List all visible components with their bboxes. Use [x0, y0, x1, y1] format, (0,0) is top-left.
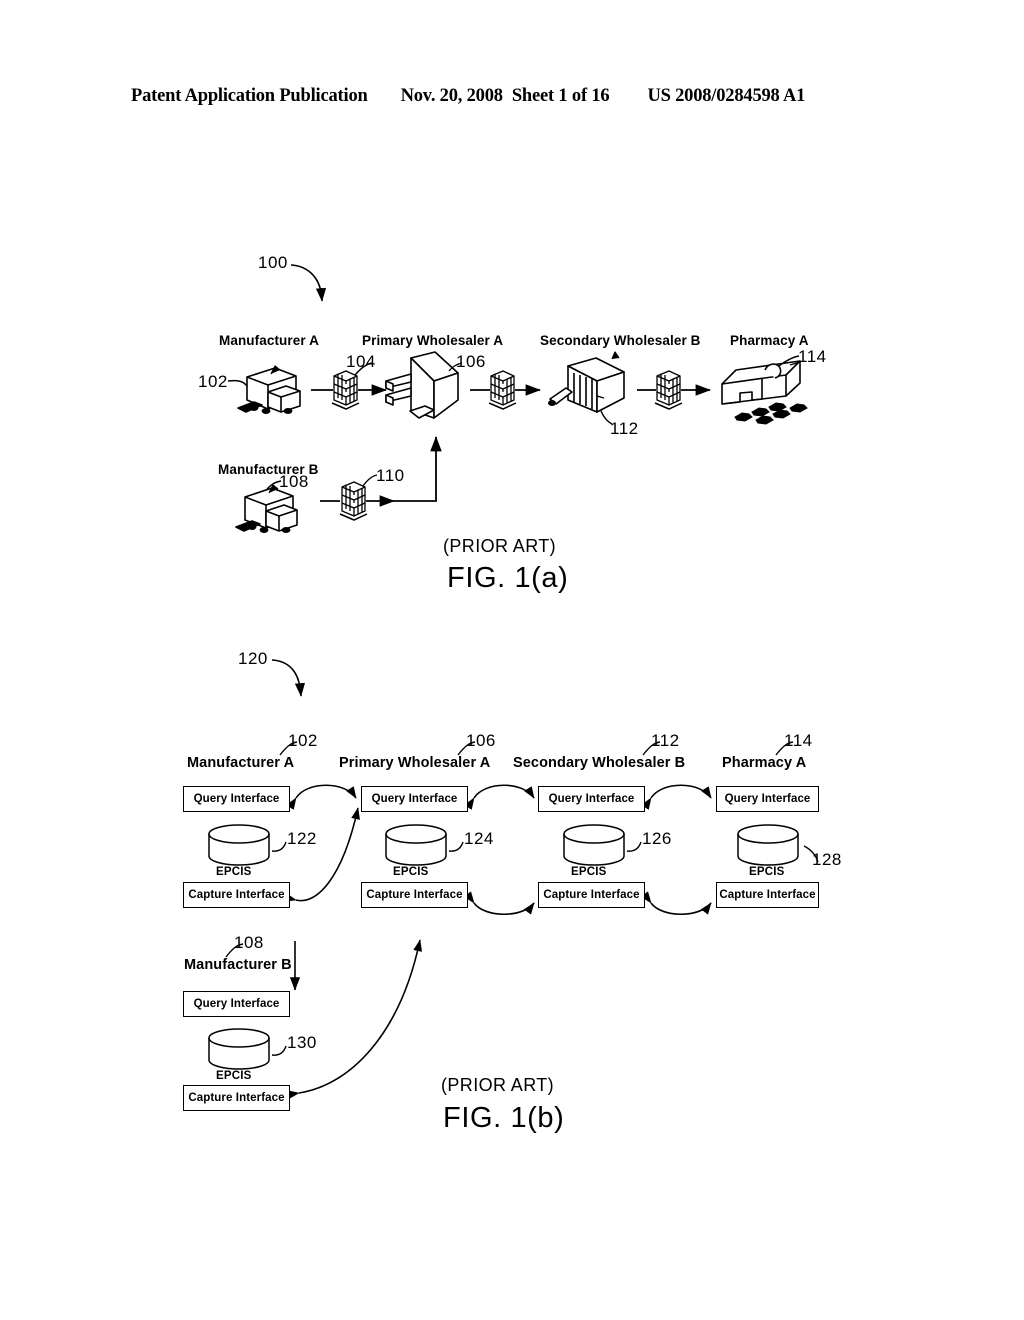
fig1b-column-label-manufacturer-a: Manufacturer A: [187, 755, 295, 771]
epcis-label-pharmacy-a: EPCIS: [749, 866, 785, 878]
capture-interface-box-pharmacy-a[interactable]: Capture Interface: [716, 882, 819, 908]
fig1b-column-label-secondary-wholesaler-b: Secondary Wholesaler B: [513, 755, 686, 771]
fig1a-ref-112: 112: [610, 419, 639, 438]
query-interface-box-pharmacy-a[interactable]: Query Interface: [716, 786, 819, 812]
capture-interface-box-manufacturer-b[interactable]: Capture Interface: [183, 1085, 290, 1111]
epcis-label-secondary-wholesaler-b: EPCIS: [571, 866, 607, 878]
pharmacy-building-icon: [721, 360, 801, 405]
manufacturerB-capture-curve: [287, 939, 423, 1100]
fig1b-ref-130: 130: [287, 1033, 317, 1052]
capture-interface-box-manufacturer-a[interactable]: Capture Interface: [183, 882, 290, 908]
capture-interface-label: Capture Interface: [543, 889, 640, 901]
capture-interface-label: Capture Interface: [188, 1092, 285, 1104]
fig1b-ref-114: 114: [784, 731, 813, 750]
pallet-icon-mid: [488, 370, 517, 410]
ref-124-leader: [448, 841, 464, 852]
epcis-label-manufacturer-a: EPCIS: [216, 866, 252, 878]
query-interface-box-primary-wholesaler-a[interactable]: Query Interface: [361, 786, 468, 812]
fig1b-ref-124: 124: [464, 829, 494, 848]
fig1b-system-lead-line: [271, 659, 306, 697]
fig1b-ref-106: 106: [466, 731, 496, 750]
fig1a-node-label-primary-wholesaler-a: Primary Wholesaler A: [362, 333, 504, 348]
fig1a-ref-108: 108: [279, 472, 309, 491]
query-interface-label: Query Interface: [193, 998, 280, 1010]
capture-interface-label: Capture Interface: [188, 889, 285, 901]
page-header: Patent Application Publication Nov. 20, 2…: [131, 86, 891, 112]
pallet-icon-104: [331, 370, 360, 410]
fig1b-ref-122: 122: [287, 829, 317, 848]
fig1b-ref-126: 126: [642, 829, 672, 848]
fig1a-ref-114: 114: [798, 347, 827, 366]
fig1a-system-ref: 100: [258, 253, 288, 272]
ref-114-leader: [778, 355, 800, 367]
query-interface-label: Query Interface: [548, 793, 635, 805]
sheet-number: Sheet 1 of 16: [511, 86, 610, 106]
fig1a-caption: FIG. 1(a): [447, 562, 569, 594]
fig1b-column-label-pharmacy-a: Pharmacy A: [722, 755, 807, 771]
query-interface-label: Query Interface: [724, 793, 811, 805]
ref-110-leader: [362, 474, 378, 487]
fig1b-prior-art-label: (PRIOR ART): [441, 1075, 555, 1095]
pallet-icon-110: [339, 481, 368, 521]
fig1a-node-label-manufacturer-a: Manufacturer A: [219, 333, 319, 348]
vehicles-icon: [734, 402, 808, 425]
epcis-label-manufacturer-b: EPCIS: [216, 1070, 252, 1082]
fig1a-ref-102: 102: [198, 372, 228, 391]
query-interface-label: Query Interface: [371, 793, 458, 805]
fig1b-ref-108: 108: [234, 933, 264, 952]
fig1b-ref-102: 102: [288, 731, 318, 750]
fig1a-node-label-pharmacy-a: Pharmacy A: [730, 333, 809, 348]
fig1b-ref-112: 112: [651, 731, 680, 750]
capture-interface-label: Capture Interface: [366, 889, 463, 901]
query-interface-label: Query Interface: [193, 793, 280, 805]
query-link-arrows: [286, 784, 712, 810]
factory-truck-icon-b: [235, 484, 298, 533]
publication-date: Nov. 20, 2008: [400, 86, 503, 106]
fig1a-system-lead-line: [290, 264, 327, 302]
fig1a-ref-110: 110: [376, 466, 405, 485]
ref-130-leader: [271, 1045, 287, 1056]
fig1a-prior-art-label: (PRIOR ART): [443, 536, 557, 556]
factory-truck-icon-a: [237, 365, 301, 414]
fig1b-column-label-primary-wholesaler-a: Primary Wholesaler A: [339, 755, 491, 771]
ref-126-leader: [626, 841, 642, 852]
query-interface-box-manufacturer-a[interactable]: Query Interface: [183, 786, 290, 812]
manufacturerA-to-primary-curve: [284, 807, 360, 902]
query-interface-box-manufacturer-b[interactable]: Query Interface: [183, 991, 290, 1017]
capture-interface-box-secondary-wholesaler-b[interactable]: Capture Interface: [538, 882, 645, 908]
publication-title: Patent Application Publication: [131, 86, 368, 106]
pallet-icon-pharmacy: [654, 370, 683, 410]
capture-interface-label: Capture Interface: [719, 889, 816, 901]
ref-102-leader: [227, 379, 248, 387]
fig1a-ref-104: 104: [346, 352, 376, 371]
fig1b-column-label-manufacturer-b: Manufacturer B: [184, 957, 292, 973]
warehouse-icon-primary: [385, 351, 459, 419]
epcis-label-primary-wholesaler-a: EPCIS: [393, 866, 429, 878]
ref-122-leader: [271, 841, 287, 852]
warehouse-icon-secondary: [548, 351, 625, 413]
query-interface-box-secondary-wholesaler-b[interactable]: Query Interface: [538, 786, 645, 812]
patent-drawing-page: Patent Application Publication Nov. 20, 2…: [0, 0, 1024, 1320]
fig1a-node-label-secondary-wholesaler-b: Secondary Wholesaler B: [540, 333, 701, 348]
fig1b-ref-128: 128: [812, 850, 842, 869]
fig1b-system-ref: 120: [238, 649, 268, 668]
fig1b-caption: FIG. 1(b): [443, 1102, 565, 1134]
capture-interface-box-primary-wholesaler-a[interactable]: Capture Interface: [361, 882, 468, 908]
fig1a-ref-106: 106: [456, 352, 486, 371]
patent-number: US 2008/0284598 A1: [647, 86, 806, 106]
